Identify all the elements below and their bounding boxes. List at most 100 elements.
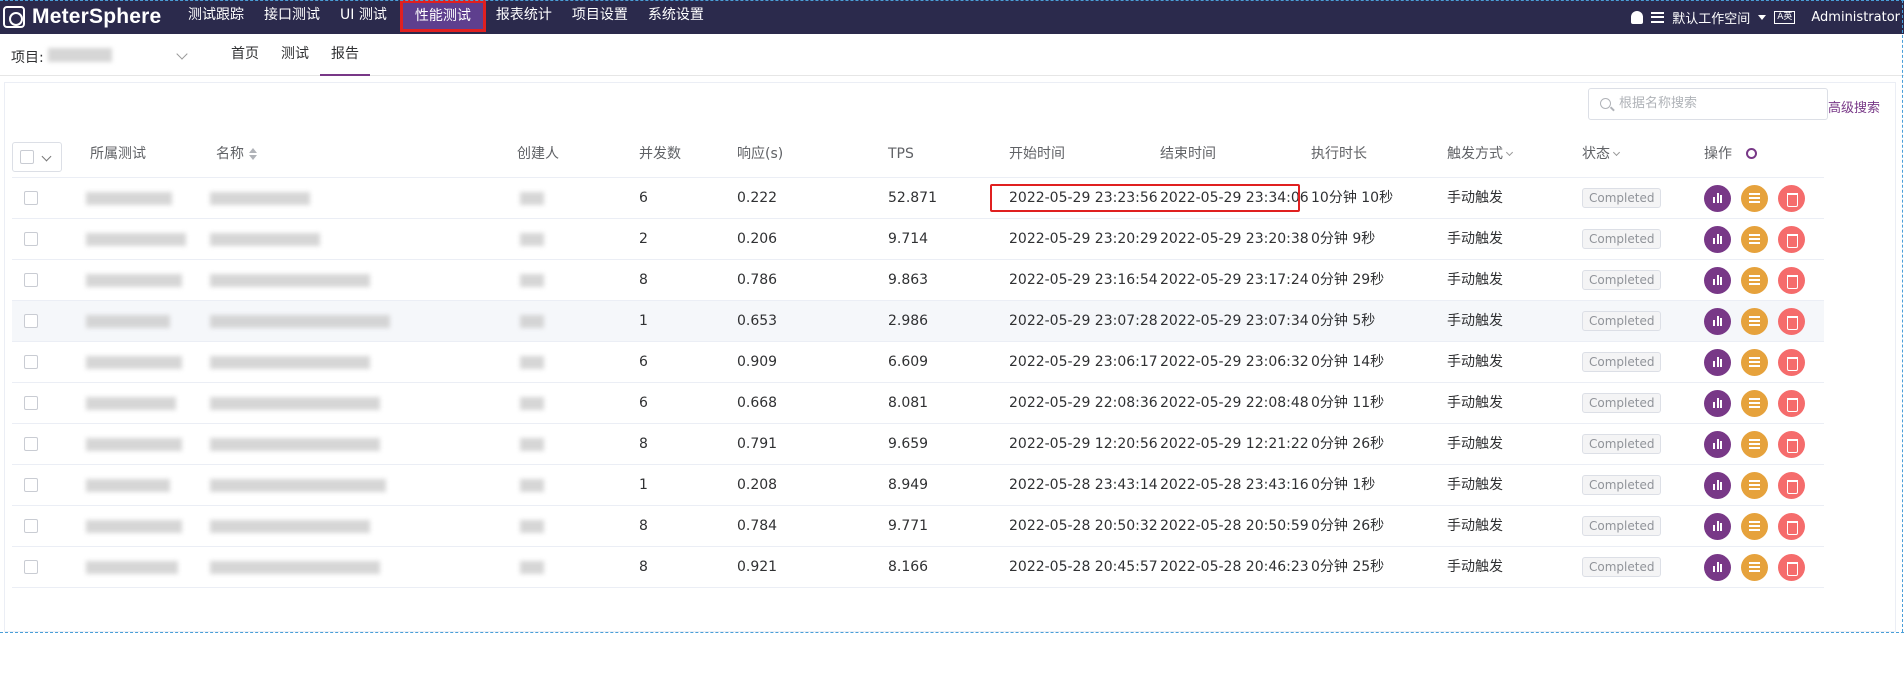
- report-settings-button[interactable]: [1741, 226, 1768, 253]
- filter-icon[interactable]: [1505, 148, 1514, 157]
- row-checkbox[interactable]: [24, 437, 38, 451]
- chevron-down-icon[interactable]: [1758, 14, 1767, 20]
- table-row[interactable]: 1 0.208 8.949 2022-05-28 23:43:14 2022-05-28…: [12, 465, 1824, 506]
- nav-item-ui-test[interactable]: UI 测试: [330, 0, 397, 34]
- view-report-button[interactable]: [1704, 472, 1731, 499]
- report-name-blurred[interactable]: [210, 561, 380, 574]
- report-settings-button[interactable]: [1741, 349, 1768, 376]
- report-settings-button[interactable]: [1741, 431, 1768, 458]
- report-settings-button[interactable]: [1741, 308, 1768, 335]
- delete-report-button[interactable]: [1778, 349, 1805, 376]
- delete-report-button[interactable]: [1778, 267, 1805, 294]
- nav-item-test-track[interactable]: 测试跟踪: [178, 0, 254, 34]
- view-report-button[interactable]: [1704, 185, 1731, 212]
- table-row[interactable]: 6 0.668 8.081 2022-05-29 22:08:36 2022-05-29…: [12, 383, 1824, 424]
- gear-icon[interactable]: [1746, 148, 1757, 159]
- report-name-blurred[interactable]: [210, 438, 380, 451]
- report-settings-button[interactable]: [1741, 267, 1768, 294]
- view-report-button[interactable]: [1704, 267, 1731, 294]
- row-checkbox[interactable]: [24, 314, 38, 328]
- delete-report-button[interactable]: [1778, 390, 1805, 417]
- workspace-selector[interactable]: 默认工作空间: [1672, 8, 1750, 27]
- nav-item-report-stats[interactable]: 报表统计: [486, 0, 562, 34]
- table-row[interactable]: 2 0.206 9.714 2022-05-29 23:20:29 2022-05-29…: [12, 219, 1824, 260]
- cell-duration: 0分钟 25秒: [1311, 559, 1385, 575]
- user-menu[interactable]: Administrator: [1811, 10, 1900, 25]
- delete-report-button[interactable]: [1778, 431, 1805, 458]
- view-report-button[interactable]: [1704, 431, 1731, 458]
- row-checkbox[interactable]: [24, 355, 38, 369]
- row-checkbox[interactable]: [24, 478, 38, 492]
- report-settings-button[interactable]: [1741, 472, 1768, 499]
- report-name-blurred[interactable]: [210, 356, 370, 369]
- delete-report-button[interactable]: [1778, 226, 1805, 253]
- table-row[interactable]: 6 0.909 6.609 2022-05-29 23:06:17 2022-05-29…: [12, 342, 1824, 383]
- view-report-button[interactable]: [1704, 308, 1731, 335]
- tab-home[interactable]: 首页: [220, 34, 270, 76]
- row-checkbox[interactable]: [24, 396, 38, 410]
- advanced-search-link[interactable]: 高级搜索: [1828, 97, 1880, 116]
- report-name-blurred[interactable]: [210, 397, 380, 410]
- view-report-button[interactable]: [1704, 513, 1731, 540]
- report-name-blurred[interactable]: [210, 520, 370, 533]
- report-name-blurred[interactable]: [210, 192, 310, 205]
- selection-guide-top: [0, 0, 1904, 1]
- col-name[interactable]: 名称: [216, 136, 257, 172]
- chevron-down-icon[interactable]: [41, 151, 52, 162]
- language-switch[interactable]: A英: [1774, 10, 1796, 24]
- table-row[interactable]: 8 0.921 8.166 2022-05-28 20:45:57 2022-05-28…: [12, 547, 1824, 588]
- cell-response: 0.909: [737, 354, 778, 370]
- view-report-button[interactable]: [1704, 390, 1731, 417]
- view-report-button[interactable]: [1704, 554, 1731, 581]
- tab-report[interactable]: 报告: [320, 34, 370, 76]
- row-checkbox[interactable]: [24, 191, 38, 205]
- col-trigger[interactable]: 触发方式: [1447, 136, 1514, 172]
- cell-concurrency: 2: [639, 231, 648, 247]
- project-name-blurred[interactable]: [48, 48, 112, 62]
- delete-report-button[interactable]: [1778, 513, 1805, 540]
- report-name-blurred[interactable]: [210, 233, 320, 246]
- select-all-dropdown[interactable]: [12, 142, 62, 172]
- table-row[interactable]: 8 0.786 9.863 2022-05-29 23:16:54 2022-05-29…: [12, 260, 1824, 301]
- search-input[interactable]: 根据名称搜索: [1588, 88, 1828, 120]
- table-row[interactable]: 8 0.791 9.659 2022-05-29 12:20:56 2022-05-29…: [12, 424, 1824, 465]
- cell-end-time: 2022-05-29 22:08:48: [1160, 395, 1309, 411]
- delete-report-button[interactable]: [1778, 472, 1805, 499]
- report-settings-button[interactable]: [1741, 390, 1768, 417]
- row-checkbox[interactable]: [24, 273, 38, 287]
- sort-icon[interactable]: [249, 147, 257, 161]
- delete-report-button[interactable]: [1778, 308, 1805, 335]
- select-all-checkbox[interactable]: [20, 150, 34, 164]
- row-checkbox[interactable]: [24, 232, 38, 246]
- row-checkbox[interactable]: [24, 560, 38, 574]
- logo[interactable]: MeterSphere: [3, 3, 161, 31]
- status-badge: Completed: [1582, 311, 1662, 331]
- view-report-button[interactable]: [1704, 226, 1731, 253]
- report-name-blurred[interactable]: [210, 274, 370, 287]
- report-name-blurred[interactable]: [210, 479, 386, 492]
- cell-end-time: 2022-05-28 23:43:16: [1160, 477, 1309, 493]
- task-list-icon[interactable]: [1651, 11, 1665, 23]
- filter-icon[interactable]: [1612, 148, 1621, 157]
- table-row[interactable]: 8 0.784 9.771 2022-05-28 20:50:32 2022-05-28…: [12, 506, 1824, 547]
- table-row[interactable]: 6 0.222 52.871 2022-05-29 23:23:56 2022-05-2…: [12, 178, 1824, 219]
- nav-item-api-test[interactable]: 接口测试: [254, 0, 330, 34]
- report-settings-button[interactable]: [1741, 185, 1768, 212]
- report-settings-button[interactable]: [1741, 554, 1768, 581]
- bell-icon[interactable]: [1631, 10, 1644, 24]
- nav-item-performance-test[interactable]: 性能测试: [399, 0, 486, 32]
- delete-report-button[interactable]: [1778, 185, 1805, 212]
- tab-test[interactable]: 测试: [270, 34, 320, 76]
- view-report-button[interactable]: [1704, 349, 1731, 376]
- chevron-down-icon[interactable]: [176, 48, 188, 60]
- cell-response: 0.668: [737, 395, 778, 411]
- report-settings-button[interactable]: [1741, 513, 1768, 540]
- col-status[interactable]: 状态: [1582, 136, 1621, 172]
- table-row[interactable]: 1 0.653 2.986 2022-05-29 23:07:28 2022-05-29…: [12, 301, 1824, 342]
- nav-item-project-settings[interactable]: 项目设置: [562, 0, 638, 34]
- report-name-blurred[interactable]: [210, 315, 390, 328]
- delete-report-button[interactable]: [1778, 554, 1805, 581]
- nav-item-system-settings[interactable]: 系统设置: [638, 0, 714, 34]
- row-checkbox[interactable]: [24, 519, 38, 533]
- status-badge: Completed: [1582, 188, 1662, 208]
